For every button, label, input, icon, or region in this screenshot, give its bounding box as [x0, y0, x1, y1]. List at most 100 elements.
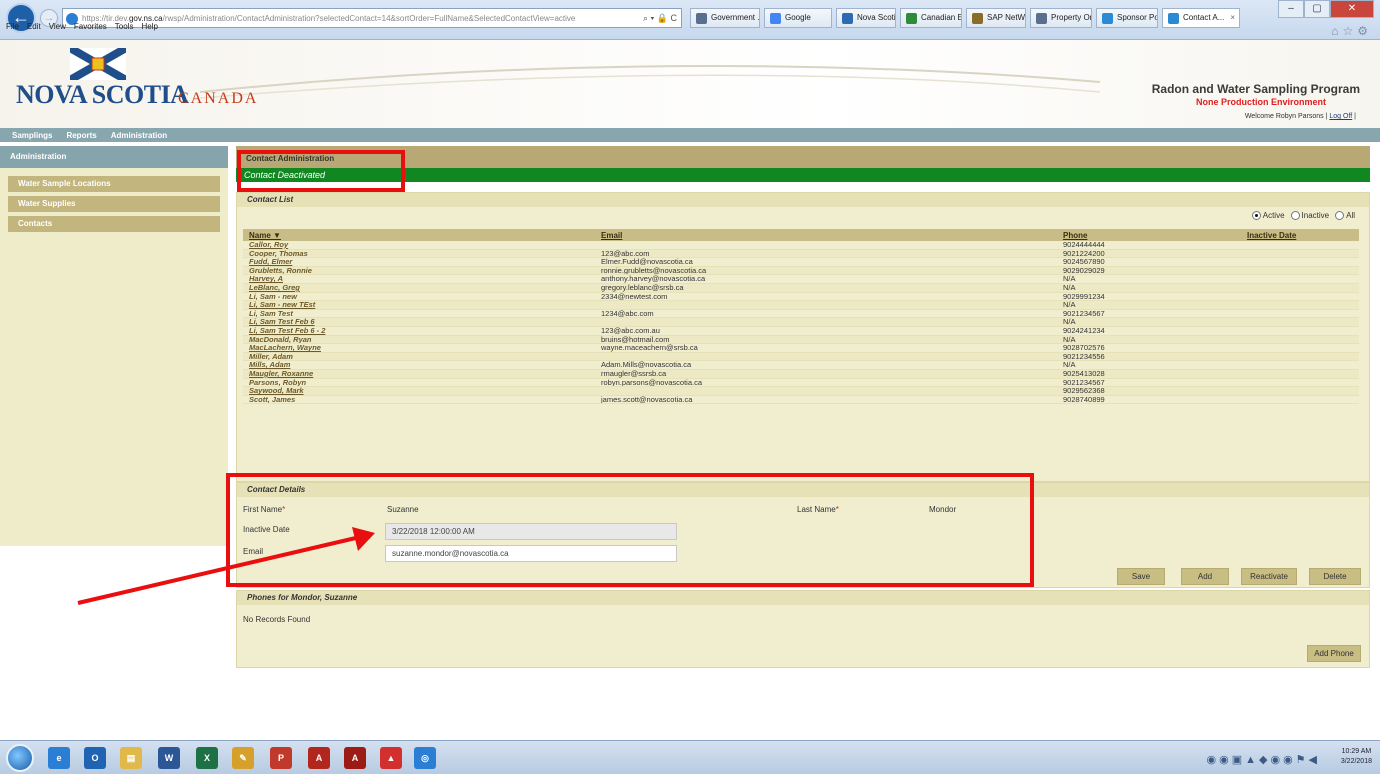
table-row[interactable]: LeBlanc, Greg gregory.leblanc@srsb.ca N/A — [243, 283, 1359, 293]
explorer-taskbar-icon[interactable]: ▤ — [120, 747, 142, 769]
browser-tab[interactable]: Government ... — [690, 8, 760, 28]
sidebar-item-water-supplies[interactable]: Water Supplies — [8, 196, 220, 212]
contact-name-link[interactable]: Parsons, Robyn — [249, 379, 306, 387]
excel-taskbar-icon[interactable]: X — [196, 747, 218, 769]
contact-name-link[interactable]: Li, Sam Test Feb 6 — [249, 318, 315, 326]
nav-administration[interactable]: Administration — [111, 131, 167, 140]
contact-name-link[interactable]: Fudd, Elmer — [249, 258, 292, 266]
table-row[interactable]: Harvey, A anthony.harvey@novascotia.ca N/A — [243, 275, 1359, 284]
contact-name-link[interactable]: Saywood, Mark — [249, 387, 304, 395]
browser-tab[interactable]: Contact A... × — [1162, 8, 1240, 28]
contact-name-link[interactable]: Li, Sam - new — [249, 293, 297, 301]
logoff-link[interactable]: Log Off — [1329, 113, 1352, 120]
menu-item[interactable]: View — [49, 22, 66, 36]
sidebar-item-contacts[interactable]: Contacts — [8, 216, 220, 232]
menu-item[interactable]: Edit — [27, 22, 41, 36]
filter-all[interactable]: All — [1335, 211, 1355, 221]
table-row[interactable]: Parsons, Robyn robyn.parsons@novascotia.c… — [243, 379, 1359, 388]
sync-taskbar-icon[interactable]: ◎ — [414, 747, 436, 769]
browser-tab[interactable]: SAP NetWea... — [966, 8, 1026, 28]
close-window-button[interactable]: ✕ — [1330, 0, 1374, 18]
contact-name-link[interactable]: Scott, James — [249, 396, 295, 404]
ie-taskbar-icon[interactable]: e — [48, 747, 70, 769]
filter-inactive[interactable]: Inactive — [1290, 211, 1329, 221]
contact-name-link[interactable]: Callor, Roy — [249, 241, 288, 249]
save-button[interactable]: Save — [1117, 568, 1165, 585]
radio-active[interactable] — [1251, 211, 1261, 221]
table-row[interactable]: Li, Sam Test Feb 6 N/A — [243, 318, 1359, 327]
no-records-text: No Records Found — [243, 615, 311, 624]
browser-tab[interactable]: Nova Scotia ... — [836, 8, 896, 28]
contact-name-link[interactable]: Maugler, Roxanne — [249, 370, 313, 378]
menu-item[interactable]: File — [6, 22, 19, 36]
contact-name-link[interactable]: MacLachern, Wayne — [249, 344, 321, 352]
address-url[interactable]: https://tir.dev.gov.ns.ca/rwsp/Administr… — [82, 14, 602, 23]
add-phone-button[interactable]: Add Phone — [1307, 645, 1361, 662]
system-tray-icons[interactable]: ◉◉▣▲◆◉◉⚑◀ — [1207, 753, 1320, 766]
contact-name-link[interactable]: LeBlanc, Greg — [249, 284, 300, 292]
acrobat-taskbar-icon[interactable]: A — [308, 747, 330, 769]
column-inactive-date[interactable]: Inactive Date — [1247, 231, 1296, 240]
word-taskbar-icon[interactable]: W — [158, 747, 180, 769]
email-field[interactable]: suzanne.mondor@novascotia.ca — [385, 545, 677, 562]
table-row[interactable]: Mills, Adam Adam.Mills@novascotia.ca N/A — [243, 361, 1359, 370]
table-row[interactable]: Callor, Roy 9024444444 — [243, 241, 1359, 250]
adobe-taskbar-icon[interactable]: ▲ — [380, 747, 402, 769]
contact-name-link[interactable]: Miller, Adam — [249, 353, 293, 361]
contact-name-link[interactable]: Cooper, Thomas — [249, 250, 308, 258]
filter-active[interactable]: Active — [1251, 211, 1285, 221]
contact-name-link[interactable]: Mills, Adam — [249, 361, 290, 369]
table-row[interactable]: MacDonald, Ryan bruins@hotmail.com N/A — [243, 335, 1359, 345]
contact-name-link[interactable]: Grubletts, Ronnie — [249, 267, 312, 275]
contact-name-link[interactable]: Li, Sam Test Feb 6 - 2 — [249, 327, 325, 335]
powerpoint-taskbar-icon[interactable]: P — [270, 747, 292, 769]
browser-tab[interactable]: Google — [764, 8, 832, 28]
contact-email: ronnie.grubletts@novascotia.ca — [601, 266, 707, 275]
acrobat-reader-taskbar-icon[interactable]: A — [344, 747, 366, 769]
table-row[interactable]: Li, Sam Test Feb 6 - 2 123@abc.com.au 9024… — [243, 327, 1359, 336]
table-row[interactable]: Scott, James james.scott@novascotia.ca 902… — [243, 396, 1359, 405]
table-row[interactable]: Maugler, Roxanne rmaugler@ssrsb.ca 9025413… — [243, 369, 1359, 379]
nav-samplings[interactable]: Samplings — [12, 131, 52, 140]
table-row[interactable]: Li, Sam - new TEst N/A — [243, 301, 1359, 310]
table-row[interactable]: Grubletts, Ronnie ronnie.grubletts@novasc… — [243, 266, 1359, 276]
outlook-taskbar-icon[interactable]: O — [84, 747, 106, 769]
nav-reports[interactable]: Reports — [66, 131, 96, 140]
tab-close-icon[interactable]: × — [1230, 9, 1235, 27]
table-row[interactable]: Li, Sam Test 1234@abc.com 9021234567 — [243, 310, 1359, 319]
sidebar-item-water-sample-locations[interactable]: Water Sample Locations — [8, 176, 220, 192]
paint-taskbar-icon[interactable]: ✎ — [232, 747, 254, 769]
delete-button[interactable]: Delete — [1309, 568, 1361, 585]
radio-inactive[interactable] — [1290, 211, 1300, 221]
tab-favicon-icon — [1168, 13, 1179, 24]
minimize-button[interactable]: – — [1278, 0, 1304, 18]
column-phone[interactable]: Phone — [1063, 231, 1087, 240]
menu-item[interactable]: Help — [141, 22, 157, 36]
radio-all[interactable] — [1335, 211, 1345, 221]
table-row[interactable]: Miller, Adam 9021234556 — [243, 352, 1359, 362]
reactivate-button[interactable]: Reactivate — [1241, 568, 1297, 585]
menu-item[interactable]: Favorites — [74, 22, 107, 36]
contact-name-link[interactable]: MacDonald, Ryan — [249, 336, 312, 344]
browser-tab[interactable]: Property Onl... — [1030, 8, 1092, 28]
browser-tools-icons[interactable]: ⌂☆⚙ — [1331, 24, 1372, 38]
table-row[interactable]: Saywood, Mark 9029562368 — [243, 387, 1359, 396]
add-button[interactable]: Add — [1181, 568, 1229, 585]
column-name[interactable]: Name ▼ — [249, 231, 281, 240]
contact-email: wayne.maceachern@srsb.ca — [601, 344, 698, 353]
table-row[interactable]: Fudd, Elmer Elmer.Fudd@novascotia.ca 90245… — [243, 258, 1359, 267]
table-row[interactable]: Li, Sam - new 2334@newtest.com 9029991234 — [243, 293, 1359, 302]
table-row[interactable]: Cooper, Thomas 123@abc.com 9021224200 — [243, 249, 1359, 259]
contact-name-link[interactable]: Li, Sam Test — [249, 310, 293, 318]
menu-item[interactable]: Tools — [115, 22, 134, 36]
browser-tab[interactable]: Canadian En... — [900, 8, 962, 28]
start-button[interactable] — [6, 744, 34, 772]
taskbar-clock[interactable]: 10:29 AM 3/22/2018 — [1341, 747, 1372, 767]
address-controls[interactable]: ⌕ ▾ 🔒 C — [643, 13, 677, 24]
table-row[interactable]: MacLachern, Wayne wayne.maceachern@srsb.c… — [243, 344, 1359, 353]
contact-name-link[interactable]: Li, Sam - new TEst — [249, 301, 315, 309]
column-email[interactable]: Email — [601, 231, 622, 240]
maximize-button[interactable]: ▢ — [1304, 0, 1330, 18]
browser-tab[interactable]: Sponsor Port... — [1096, 8, 1158, 28]
contact-name-link[interactable]: Harvey, A — [249, 275, 283, 283]
